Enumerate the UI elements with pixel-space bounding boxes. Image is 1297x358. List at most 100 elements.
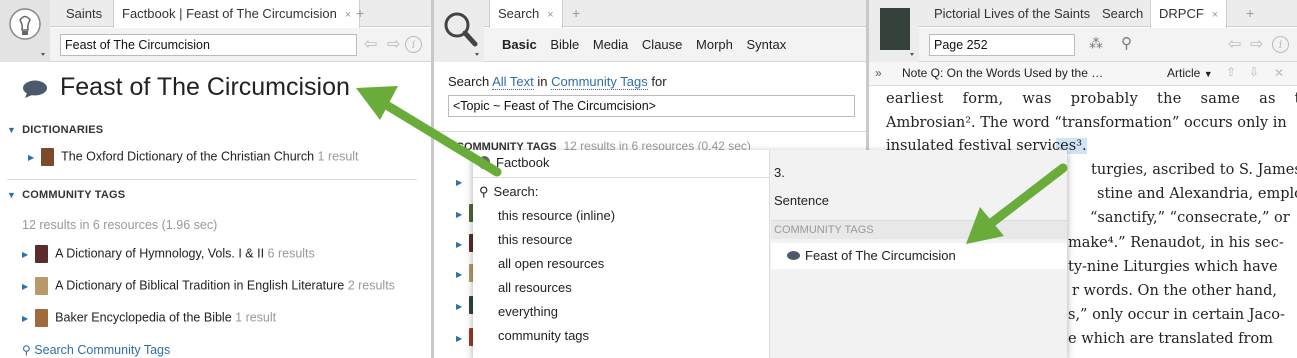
selection-number[interactable]: 3. xyxy=(774,165,785,180)
all-text-dropdown[interactable]: All Text xyxy=(492,74,534,90)
close-tab-icon[interactable]: × xyxy=(547,9,553,21)
list-item[interactable]: ▶ Baker Encyclopedia of the Bible 1 resul… xyxy=(22,309,276,327)
page-title: Feast of The Circumcision xyxy=(60,73,350,101)
new-tab-icon[interactable]: + xyxy=(1246,0,1254,27)
close-tab-icon[interactable]: × xyxy=(345,9,351,21)
tab-search[interactable]: Search × xyxy=(489,0,563,28)
tab-saints[interactable]: Saints xyxy=(58,0,110,27)
factbook-panel: Saints Factbook | Feast of The Circumcis… xyxy=(0,0,431,358)
magnifier-icon xyxy=(444,12,479,56)
expand-double-chevron-icon[interactable]: » xyxy=(875,66,882,80)
divider xyxy=(7,179,417,180)
expand-triangle-icon[interactable]: ▶ xyxy=(28,153,34,162)
tab-drpcf[interactable]: DRPCF × xyxy=(1150,0,1228,28)
dictionaries-header-label: DICTIONARIES xyxy=(22,124,104,136)
search-type-morph[interactable]: Morph xyxy=(696,37,733,52)
tab-search[interactable]: Search xyxy=(1094,0,1151,27)
new-tab-icon[interactable]: + xyxy=(572,0,580,27)
community-tag-item[interactable]: Feast of The Circumcision xyxy=(771,243,1067,269)
tab-factbook[interactable]: Factbook | Feast of The Circumcision × xyxy=(113,0,361,28)
factbook-menu-item[interactable]: Factbook xyxy=(479,155,549,170)
back-arrow-icon[interactable]: ⇦ xyxy=(1228,34,1241,54)
selection-sentence[interactable]: Sentence xyxy=(774,193,829,208)
tab-pictorial-lives[interactable]: Pictorial Lives of the Saints xyxy=(926,0,1098,27)
resource-title[interactable]: Baker Encyclopedia of the Bible xyxy=(55,310,232,324)
factbook-label: Factbook xyxy=(496,155,550,170)
search-type-bible[interactable]: Bible xyxy=(550,37,579,52)
collapse-triangle-icon: ▼ xyxy=(7,125,17,135)
text-line: earliest form, was probably the same as … xyxy=(886,91,1297,107)
expand-triangle-icon[interactable]: ▶ xyxy=(456,334,462,343)
arrow-up-icon[interactable]: ⇧ xyxy=(1226,65,1236,79)
result-row-marker[interactable]: ▶ xyxy=(456,172,469,190)
tab-factbook-label: Factbook | Feast of The Circumcision xyxy=(122,6,337,21)
list-item[interactable]: ▶ The Oxford Dictionary of the Christian … xyxy=(28,148,359,166)
search-icon[interactable]: ⚲ xyxy=(1121,34,1132,52)
back-arrow-icon[interactable]: ⇦ xyxy=(364,34,377,54)
expand-triangle-icon[interactable]: ▶ xyxy=(456,302,462,311)
search-community-tags-label: Search Community Tags xyxy=(34,343,171,357)
search-toolbar: Basic Bible Media Clause Morph Syntax xyxy=(484,28,866,62)
arrow-down-icon[interactable]: ⇩ xyxy=(1249,65,1259,79)
menu-item[interactable]: this resource xyxy=(498,232,572,247)
forward-arrow-icon[interactable]: ⇨ xyxy=(1250,34,1263,54)
expand-triangle-icon[interactable]: ▶ xyxy=(22,282,28,291)
book-cover-icon xyxy=(35,245,49,263)
factbook-logo[interactable] xyxy=(0,0,50,62)
dictionaries-header[interactable]: ▼ DICTIONARIES xyxy=(7,124,103,136)
resource-cover[interactable] xyxy=(869,0,919,62)
reader-subbar: » Note Q: On the Words Used by the … Art… xyxy=(869,62,1297,86)
speech-bubble-icon xyxy=(787,251,800,260)
close-icon[interactable]: ✕ xyxy=(1274,66,1284,80)
page-reference-input[interactable]: Page 252 xyxy=(929,34,1075,56)
search-logo[interactable] xyxy=(434,0,484,62)
menu-item[interactable]: everything xyxy=(498,304,558,319)
right-section-header: COMMUNITY TAGS xyxy=(771,220,1067,239)
menu-item[interactable]: this resource (inline) xyxy=(498,208,615,223)
menu-item[interactable]: all resources xyxy=(498,280,572,295)
info-icon[interactable]: i xyxy=(1272,36,1289,53)
text-line: make⁴.” Renaudot, in his sec- xyxy=(1068,235,1284,251)
resource-title[interactable]: A Dictionary of Hymnology, Vols. I & II xyxy=(55,246,264,260)
list-item[interactable]: ▶ A Dictionary of Biblical Tradition in E… xyxy=(22,277,395,295)
note-title[interactable]: Note Q: On the Words Used by the … xyxy=(902,66,1103,80)
resource-title[interactable]: The Oxford Dictionary of the Christian C… xyxy=(61,149,314,163)
left-tab-bar: Saints Factbook | Feast of The Circumcis… xyxy=(0,0,431,28)
community-tags-dropdown[interactable]: Community Tags xyxy=(551,74,648,90)
left-toolbar: Feast of The Circumcision ⇦ ⇨ i xyxy=(50,28,431,62)
resource-title[interactable]: A Dictionary of Biblical Tradition in En… xyxy=(55,278,344,292)
forward-arrow-icon[interactable]: ⇨ xyxy=(387,34,400,54)
cluster-icon[interactable]: ⁂ xyxy=(1089,35,1103,52)
expand-triangle-icon[interactable]: ▶ xyxy=(22,314,28,323)
speech-bubble-icon xyxy=(22,80,48,99)
expand-triangle-icon[interactable]: ▶ xyxy=(456,178,462,187)
search-query-input[interactable]: <Topic ~ Feast of The Circumcision> xyxy=(448,95,855,117)
scope-word: in xyxy=(537,74,548,89)
search-type-clause[interactable]: Clause xyxy=(642,37,682,52)
community-tags-header[interactable]: ▼ COMMUNITY TAGS xyxy=(7,189,125,201)
result-count: 6 results xyxy=(267,246,315,261)
search-community-tags-link[interactable]: ⚲ Search Community Tags xyxy=(22,343,170,357)
search-type-media[interactable]: Media xyxy=(593,37,628,52)
menu-item[interactable]: all open resources xyxy=(498,256,604,271)
results-summary: 12 results in 6 resources (1.96 sec) xyxy=(22,218,218,232)
expand-triangle-icon[interactable]: ▶ xyxy=(456,210,462,219)
result-count: 1 result xyxy=(317,149,359,164)
tab-search-label: Search xyxy=(498,6,540,21)
factbook-search-input[interactable]: Feast of The Circumcision xyxy=(60,34,357,56)
info-icon[interactable]: i xyxy=(405,36,422,53)
community-tags-header-label: COMMUNITY TAGS xyxy=(22,189,126,201)
dropdown-caret-icon xyxy=(910,53,914,56)
expand-triangle-icon[interactable]: ▶ xyxy=(22,250,28,259)
search-type-basic[interactable]: Basic xyxy=(502,37,537,52)
new-tab-icon[interactable]: + xyxy=(356,0,364,27)
expand-triangle-icon[interactable]: ▶ xyxy=(456,270,462,279)
close-tab-icon[interactable]: × xyxy=(1212,9,1218,21)
book-cover-icon xyxy=(35,309,49,327)
article-dropdown[interactable]: Article ▼ xyxy=(1167,66,1213,80)
expand-triangle-icon[interactable]: ▶ xyxy=(456,240,462,249)
search-type-syntax[interactable]: Syntax xyxy=(747,37,787,52)
list-item[interactable]: ▶ A Dictionary of Hymnology, Vols. I & II… xyxy=(22,245,315,263)
menu-item[interactable]: community tags xyxy=(498,328,589,343)
text-line: s,” only occur in certain Jaco- xyxy=(1068,307,1285,323)
